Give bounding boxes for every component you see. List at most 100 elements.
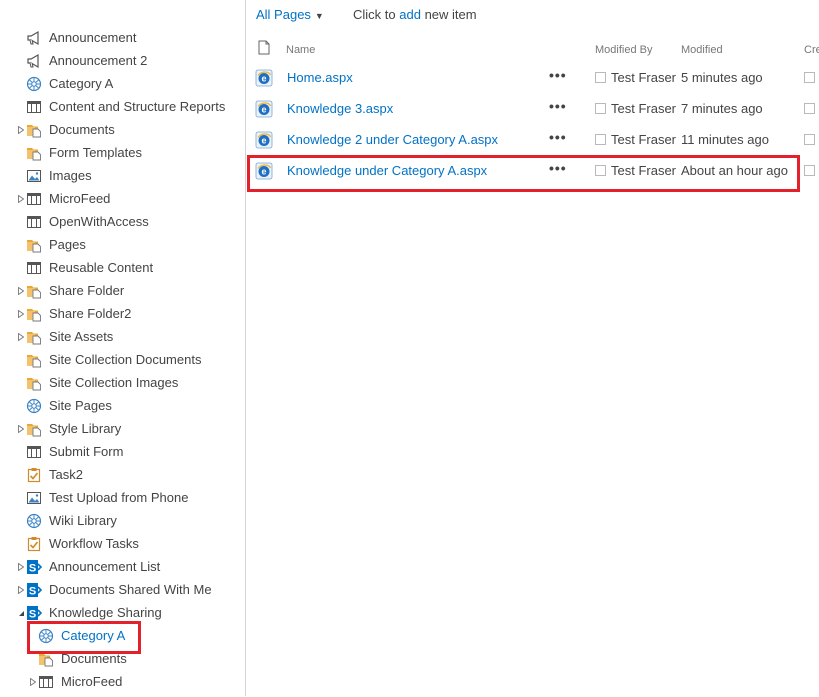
table-row[interactable]: e Knowledge 3.aspx ••• Test Fraser 7 minutes…	[247, 94, 819, 124]
sidebar-item-category-a[interactable]: Category A	[16, 73, 241, 95]
expand-triangle-icon[interactable]	[16, 119, 26, 141]
sidebar-item-pages[interactable]: Pages	[16, 234, 241, 256]
expand-triangle-icon[interactable]	[28, 671, 38, 693]
modified-by-value[interactable]: Test Fraser	[611, 132, 676, 147]
more-options-ellipsis-icon[interactable]: •••	[549, 98, 567, 114]
sidebar-item-site-collection-documents[interactable]: Site Collection Documents	[16, 349, 241, 371]
modified-value: 7 minutes ago	[681, 101, 763, 116]
sidebar-item-reusable-content[interactable]: Reusable Content	[16, 257, 241, 279]
svg-text:e: e	[261, 105, 266, 115]
column-header-name[interactable]: Name	[286, 43, 315, 57]
sidebar-item-workflow-tasks[interactable]: Workflow Tasks	[16, 533, 241, 555]
document-library-icon	[38, 651, 54, 667]
sidebar-item-label: Documents	[61, 651, 127, 666]
table-row[interactable]: e Knowledge 2 under Category A.aspx ••• Tes…	[247, 125, 819, 155]
sidebar-item-label: Category A	[61, 628, 126, 643]
document-library-icon	[26, 329, 42, 345]
aspx-page-icon: e	[255, 131, 273, 149]
new-item-prompt: Click to add new item	[353, 6, 477, 24]
sidebar-item-site-pages[interactable]: Site Pages	[16, 395, 241, 417]
modified-by-value[interactable]: Test Fraser	[611, 101, 676, 116]
list-icon	[26, 214, 42, 230]
document-library-icon	[26, 306, 42, 322]
sidebar-item-style-library[interactable]: Style Library	[16, 418, 241, 440]
announcement-icon	[26, 30, 42, 46]
picture-library-icon	[26, 490, 42, 506]
expand-triangle-icon[interactable]	[16, 188, 26, 210]
sidebar-item-label: Submit Form	[49, 444, 124, 459]
click-to-text: Click to	[353, 7, 396, 22]
table-row[interactable]: e Home.aspx ••• Test Fraser 5 minutes ago	[247, 63, 819, 93]
expand-triangle-icon[interactable]	[16, 280, 26, 302]
document-library-icon	[26, 145, 42, 161]
sidebar-item-documents-shared-with-me[interactable]: S Documents Shared With Me	[16, 579, 241, 601]
expand-triangle-icon[interactable]	[16, 303, 26, 325]
wiki-page-library-icon	[26, 76, 42, 92]
expanded-triangle-icon[interactable]	[16, 602, 26, 624]
sidebar-item-label: Category A	[49, 76, 114, 91]
wiki-page-library-icon	[38, 628, 54, 644]
sidebar-item-task2[interactable]: Task2	[16, 464, 241, 486]
modified-value: 5 minutes ago	[681, 70, 763, 85]
sharepoint-site-icon: S	[26, 559, 43, 575]
document-library-icon	[26, 421, 42, 437]
sidebar-item-test-upload-from-phone[interactable]: Test Upload from Phone	[16, 487, 241, 509]
sidebar-item-label: Share Folder2	[49, 306, 132, 321]
sidebar-item-share-folder[interactable]: Share Folder	[16, 280, 241, 302]
column-header-created[interactable]: Cre	[804, 43, 819, 57]
expand-triangle-icon[interactable]	[16, 579, 26, 601]
table-row[interactable]: e Knowledge under Category A.aspx ••• Test …	[247, 156, 819, 186]
file-name-link[interactable]: Knowledge 2 under Category A.aspx	[287, 132, 498, 147]
document-library-icon	[26, 375, 42, 391]
sidebar-item-form-templates[interactable]: Form Templates	[16, 142, 241, 164]
sidebar-item-knowledge-sharing[interactable]: S Knowledge Sharing	[16, 602, 241, 624]
sidebar-item-images[interactable]: Images	[16, 165, 241, 187]
sidebar-item-site-collection-images[interactable]: Site Collection Images	[16, 372, 241, 394]
sharepoint-site-icon: S	[26, 605, 43, 621]
sidebar-item-site-assets[interactable]: Site Assets	[16, 326, 241, 348]
column-header-modified[interactable]: Modified	[681, 43, 723, 57]
sidebar-item-label: Announcement	[49, 30, 137, 45]
sidebar-item-label: Documents	[49, 122, 115, 137]
view-selector[interactable]: All Pages	[256, 7, 311, 22]
sidebar-item-microfeed[interactable]: MicroFeed	[16, 188, 241, 210]
file-name-link[interactable]: Home.aspx	[287, 70, 353, 85]
file-name-link[interactable]: Knowledge under Category A.aspx	[287, 163, 487, 178]
chevron-down-icon[interactable]: ▼	[315, 11, 324, 21]
sidebar-item-submit-form[interactable]: Submit Form	[16, 441, 241, 463]
sidebar-item-announcement-2[interactable]: Announcement 2	[16, 50, 241, 72]
sidebar-item-content-and-structure-reports[interactable]: Content and Structure Reports	[16, 96, 241, 118]
sidebar-item-openwithaccess[interactable]: OpenWithAccess	[16, 211, 241, 233]
more-options-ellipsis-icon[interactable]: •••	[549, 160, 567, 176]
doc-type-column-header-icon[interactable]	[258, 40, 270, 55]
created-by-presence-indicator	[804, 165, 815, 176]
sidebar-item-label: Site Pages	[49, 398, 112, 413]
sidebar-item-category-a[interactable]: Category A	[28, 625, 241, 647]
sidebar-item-wiki-library[interactable]: Wiki Library	[16, 510, 241, 532]
expand-triangle-icon[interactable]	[16, 418, 26, 440]
aspx-page-icon: e	[255, 69, 273, 87]
sidebar-item-announcement-list[interactable]: S Announcement List	[16, 556, 241, 578]
list-icon	[38, 674, 54, 690]
created-by-presence-indicator	[804, 72, 815, 83]
more-options-ellipsis-icon[interactable]: •••	[549, 67, 567, 83]
sidebar-item-label: Workflow Tasks	[49, 536, 139, 551]
task-list-icon	[26, 536, 42, 552]
expand-triangle-icon[interactable]	[16, 556, 26, 578]
file-name-link[interactable]: Knowledge 3.aspx	[287, 101, 393, 116]
add-new-item-link[interactable]: add	[399, 7, 421, 22]
sidebar-item-label: Share Folder	[49, 283, 125, 298]
sidebar-item-announcement[interactable]: Announcement	[16, 27, 241, 49]
modified-value: About an hour ago	[681, 163, 788, 178]
svg-text:e: e	[261, 167, 266, 177]
more-options-ellipsis-icon[interactable]: •••	[549, 129, 567, 145]
modified-by-value[interactable]: Test Fraser	[611, 163, 676, 178]
column-header-modified-by[interactable]: Modified By	[595, 43, 652, 57]
expand-triangle-icon[interactable]	[16, 326, 26, 348]
sidebar-item-documents[interactable]: Documents	[16, 119, 241, 141]
sidebar-item-documents[interactable]: Documents	[28, 648, 241, 670]
sidebar-item-share-folder2[interactable]: Share Folder2	[16, 303, 241, 325]
modified-by-value[interactable]: Test Fraser	[611, 70, 676, 85]
sidebar-item-microfeed[interactable]: MicroFeed	[28, 671, 241, 693]
new-item-text: new item	[424, 7, 477, 22]
